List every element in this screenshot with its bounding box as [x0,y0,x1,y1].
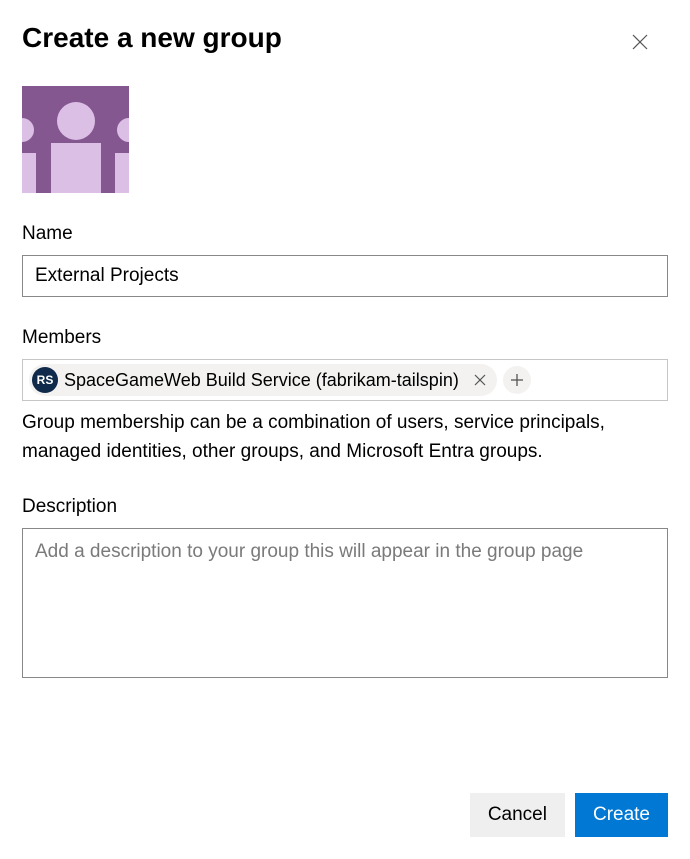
cancel-button[interactable]: Cancel [470,793,565,837]
dialog-footer: Cancel Create [470,793,668,837]
member-name: SpaceGameWeb Build Service (fabrikam-tai… [64,370,463,391]
dialog-title: Create a new group [22,22,282,54]
group-avatar-placeholder [22,86,129,193]
remove-member-button[interactable] [469,369,491,391]
name-label: Name [22,223,668,245]
description-label: Description [22,496,668,518]
name-input[interactable] [22,255,668,297]
member-chip: RS SpaceGameWeb Build Service (fabrikam-… [29,364,497,396]
dialog-header: Create a new group [22,22,668,58]
member-avatar: RS [32,367,58,393]
create-button[interactable]: Create [575,793,668,837]
plus-icon [510,373,524,387]
close-icon [474,374,486,386]
close-icon [632,34,648,50]
add-member-button[interactable] [503,366,531,394]
close-button[interactable] [624,26,656,58]
members-label: Members [22,327,668,349]
description-textarea[interactable] [22,528,668,678]
members-helper-text: Group membership can be a combination of… [22,409,668,466]
members-input[interactable]: RS SpaceGameWeb Build Service (fabrikam-… [22,359,668,401]
